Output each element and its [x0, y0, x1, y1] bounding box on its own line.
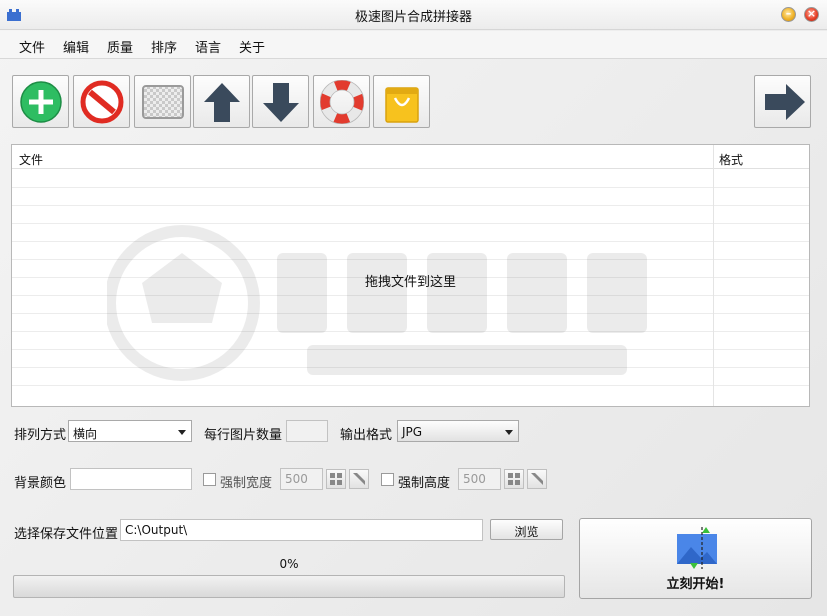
progress-text: 0% [279, 557, 299, 571]
menu-edit[interactable]: 编辑 [63, 37, 89, 56]
start-button[interactable]: 立刻开始! [579, 518, 812, 599]
close-icon: × [806, 7, 817, 20]
background-color-input[interactable] [70, 468, 192, 490]
save-location-label: 选择保存文件位置 [14, 527, 119, 542]
grid-icon [330, 473, 342, 485]
minimize-icon: – [785, 7, 792, 20]
height-link-button[interactable] [527, 469, 547, 489]
output-format-value: JPG [402, 425, 423, 439]
add-button[interactable] [12, 75, 69, 128]
progress-bar [13, 575, 565, 598]
per-row-input[interactable] [286, 420, 328, 442]
arrow-up-icon [204, 83, 240, 122]
width-grid-button[interactable] [326, 469, 346, 489]
force-width-checkbox[interactable] [203, 473, 216, 486]
move-up-button[interactable] [193, 75, 250, 128]
menu-sort[interactable]: 排序 [151, 37, 177, 56]
arrow-right-icon [765, 84, 805, 120]
row-divider [12, 187, 809, 188]
arrangement-value: 横向 [73, 427, 98, 441]
menu-about[interactable]: 关于 [239, 37, 265, 56]
drop-hint: 拖拽文件到这里 [364, 275, 456, 290]
minimize-button[interactable]: – [781, 7, 796, 22]
force-width-input[interactable]: 500 [280, 468, 323, 490]
diagonal-icon [531, 473, 543, 485]
row-divider [12, 205, 809, 206]
file-list[interactable]: 文件 格式 拖拽文件到这里 [11, 144, 810, 407]
output-format-label: 输出格式 [340, 428, 393, 443]
menu-bar: 文件 编辑 质量 排序 语言 关于 [0, 31, 827, 59]
force-height-label: 强制高度 [398, 476, 451, 491]
move-down-button[interactable] [252, 75, 309, 128]
add-icon [20, 81, 62, 123]
shopping-bag-icon [385, 87, 419, 123]
grid-icon [508, 473, 520, 485]
column-format[interactable]: 格式 [719, 151, 743, 168]
width-link-button[interactable] [349, 469, 369, 489]
menu-quality[interactable]: 质量 [107, 37, 133, 56]
transparent-checker-icon [142, 85, 184, 119]
diagonal-icon [353, 473, 365, 485]
title-bar: 极速图片合成拼接器 – × [0, 0, 827, 30]
list-header: 文件 格式 [12, 145, 809, 169]
force-height-checkbox[interactable] [381, 473, 394, 486]
per-row-label: 每行图片数量 [204, 428, 283, 443]
arrow-down-icon [263, 83, 299, 122]
window-title: 极速图片合成拼接器 [354, 10, 472, 25]
start-label: 立刻开始! [666, 577, 725, 592]
output-format-select[interactable]: JPG [397, 420, 519, 442]
browse-label: 浏览 [514, 525, 539, 539]
shop-button[interactable] [373, 75, 430, 128]
close-button[interactable]: × [804, 7, 819, 22]
column-file[interactable]: 文件 [19, 151, 43, 168]
arrangement-label: 排列方式 [14, 428, 67, 443]
force-height-input[interactable]: 500 [458, 468, 501, 490]
help-button[interactable] [313, 75, 370, 128]
menu-file[interactable]: 文件 [19, 37, 45, 56]
watermark-logo [107, 225, 647, 381]
save-location-value: C:\Output\ [125, 523, 188, 537]
background-color-label: 背景颜色 [14, 476, 67, 491]
lifebuoy-icon [320, 80, 364, 124]
force-width-label: 强制宽度 [220, 476, 273, 491]
remove-button[interactable] [73, 75, 130, 128]
height-grid-button[interactable] [504, 469, 524, 489]
force-width-value: 500 [285, 472, 308, 486]
next-button[interactable] [754, 75, 811, 128]
browse-button[interactable]: 浏览 [490, 519, 563, 540]
merge-images-icon [677, 527, 717, 569]
chevron-down-icon [505, 430, 513, 435]
clear-button[interactable] [134, 75, 191, 128]
force-height-value: 500 [463, 472, 486, 486]
no-entry-icon [80, 80, 124, 124]
chevron-down-icon [178, 430, 186, 435]
arrangement-select[interactable]: 横向 [68, 420, 192, 442]
menu-language[interactable]: 语言 [195, 37, 221, 56]
save-location-input[interactable]: C:\Output\ [120, 519, 483, 541]
